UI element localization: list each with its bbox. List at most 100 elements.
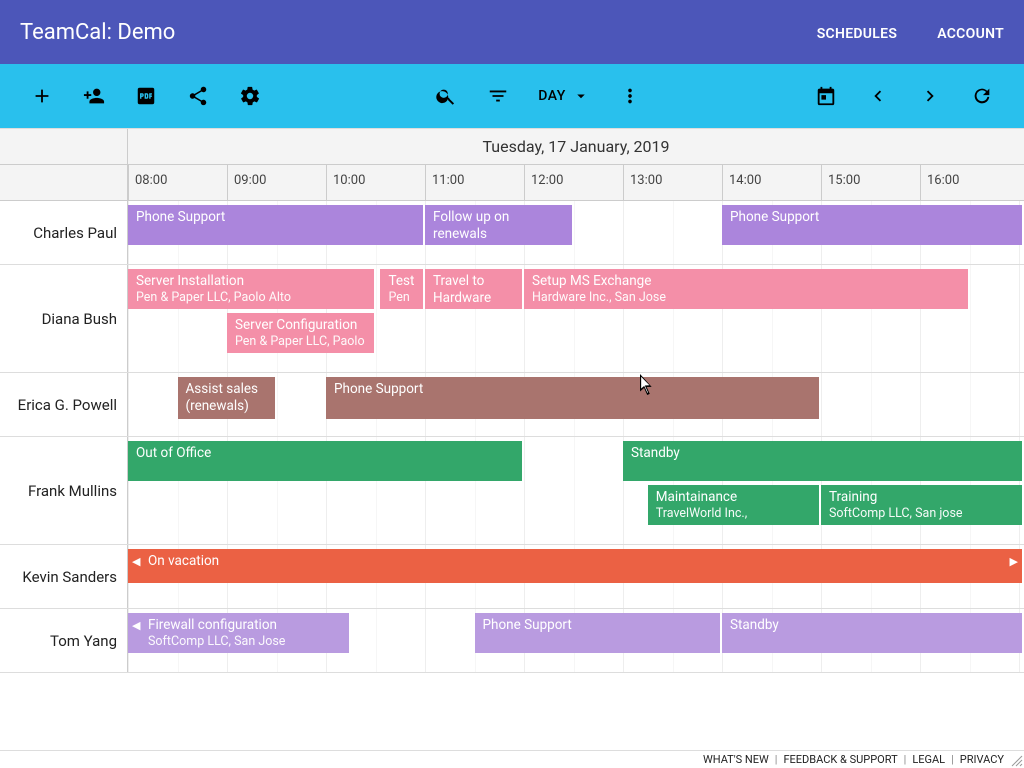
gear-icon xyxy=(239,85,261,107)
event[interactable]: Phone Support xyxy=(722,205,1022,245)
event-subtitle: Hardware Inc., San Jose xyxy=(532,290,960,305)
nav-account[interactable]: ACCOUNT xyxy=(937,26,1004,42)
event[interactable]: Phone Support xyxy=(475,613,721,653)
event-title: Standby xyxy=(730,617,1014,634)
footer-feedback[interactable]: FEEDBACK & SUPPORT xyxy=(777,753,903,766)
time-slot: 14:00 xyxy=(722,165,821,201)
time-slot: 13:00 xyxy=(623,165,722,201)
time-slot: 08:00 xyxy=(128,165,227,201)
event[interactable]: TestPen xyxy=(380,269,423,309)
event-title: Server Configuration xyxy=(235,317,366,334)
view-mode-label: DAY xyxy=(538,88,566,104)
event[interactable]: Assist sales (renewals) xyxy=(178,377,275,419)
overflow-menu-button[interactable] xyxy=(606,72,654,120)
schedule-lane[interactable]: ◀On vacation▶ xyxy=(128,545,1024,608)
app-title: TeamCal: Demo xyxy=(20,20,175,45)
filter-icon xyxy=(487,85,509,107)
time-slot: 09:00 xyxy=(227,165,326,201)
event[interactable]: ◀Firewall configurationSoftComp LLC, San… xyxy=(128,613,349,653)
person-name[interactable]: Erica G. Powell xyxy=(0,373,128,436)
header-corner-2 xyxy=(0,165,128,201)
schedule-lane[interactable]: Server InstallationPen & Paper LLC, Paol… xyxy=(128,265,1024,372)
event-subtitle: TravelWorld Inc., xyxy=(656,506,811,521)
search-icon xyxy=(435,85,457,107)
time-slot: 15:00 xyxy=(821,165,920,201)
person-name[interactable]: Tom Yang xyxy=(0,609,128,672)
schedule-lane[interactable]: Assist sales (renewals) Phone Support xyxy=(128,373,1024,436)
schedule-lane[interactable]: Out of OfficeStandbyMaintainanceTravelWo… xyxy=(128,437,1024,544)
header-corner xyxy=(0,129,128,165)
continues-left-icon: ◀ xyxy=(132,555,140,568)
event-title: Maintainance xyxy=(656,489,811,506)
person-name[interactable]: Charles Paul xyxy=(0,201,128,264)
event-subtitle: SoftComp LLC, San Jose xyxy=(148,634,341,649)
event[interactable]: Server ConfigurationPen & Paper LLC, Pao… xyxy=(227,313,374,353)
event[interactable]: Setup MS ExchangeHardware Inc., San Jose xyxy=(524,269,968,309)
event[interactable]: Phone Support xyxy=(326,377,819,419)
continues-left-icon: ◀ xyxy=(132,619,140,632)
event[interactable]: Server InstallationPen & Paper LLC, Paol… xyxy=(128,269,374,309)
filter-button[interactable] xyxy=(474,72,522,120)
event-title: Phone Support xyxy=(334,381,811,398)
export-pdf-button[interactable] xyxy=(122,72,170,120)
event-title: Phone Support xyxy=(483,617,713,634)
event[interactable]: MaintainanceTravelWorld Inc., xyxy=(648,485,819,525)
calendar-today-icon xyxy=(815,85,837,107)
time-slot: 16:00 xyxy=(920,165,1019,201)
schedule-row: Tom Yang◀Firewall configurationSoftComp … xyxy=(0,609,1024,673)
top-nav: SCHEDULES ACCOUNT xyxy=(781,23,1004,42)
person-name[interactable]: Frank Mullins xyxy=(0,437,128,544)
event-title: Server Installation xyxy=(136,273,366,290)
event[interactable]: Follow up on renewals xyxy=(425,205,572,245)
time-slot: 10:00 xyxy=(326,165,425,201)
event[interactable]: Standby xyxy=(722,613,1022,653)
event[interactable]: Out of Office xyxy=(128,441,522,481)
event-subtitle: Pen & Paper LLC, Paolo xyxy=(235,334,366,349)
add-person-button[interactable] xyxy=(70,72,118,120)
refresh-icon xyxy=(971,85,993,107)
event[interactable]: Standby xyxy=(623,441,1022,481)
event-subtitle: Pen & Paper LLC, Paolo Alto xyxy=(136,290,366,305)
settings-button[interactable] xyxy=(226,72,274,120)
search-button[interactable] xyxy=(422,72,470,120)
schedule-grid: Tuesday, 17 January, 2019 08:0009:0010:0… xyxy=(0,128,1024,750)
person-name[interactable]: Diana Bush xyxy=(0,265,128,372)
event[interactable]: ◀On vacation▶ xyxy=(128,549,1022,583)
share-button[interactable] xyxy=(174,72,222,120)
share-icon xyxy=(187,85,209,107)
next-button[interactable] xyxy=(906,72,954,120)
footer-privacy[interactable]: PRIVACY xyxy=(954,753,1010,766)
toolbar: DAY xyxy=(0,64,1024,128)
pdf-icon xyxy=(135,85,157,107)
event[interactable]: TrainingSoftComp LLC, San jose xyxy=(821,485,1022,525)
schedule-row: Erica G. Powell Assist sales (renewals) Ph… xyxy=(0,373,1024,437)
today-button[interactable] xyxy=(802,72,850,120)
event[interactable]: Travel to Hardware xyxy=(425,269,522,309)
refresh-button[interactable] xyxy=(958,72,1006,120)
footer-whats-new[interactable]: WHAT'S NEW xyxy=(697,753,775,766)
time-header: 08:0009:0010:0011:0012:0013:0014:0015:00… xyxy=(128,165,1024,201)
event-title: Travel to Hardware xyxy=(433,273,514,307)
prev-button[interactable] xyxy=(854,72,902,120)
continues-right-icon: ▶ xyxy=(1009,555,1017,568)
event[interactable]: Phone Support xyxy=(128,205,423,245)
schedule-lane[interactable]: Phone Support Follow up on renewals Phone … xyxy=(128,201,1024,264)
event-title: Phone Support xyxy=(136,209,415,226)
schedule-row: Diana BushServer InstallationPen & Paper… xyxy=(0,265,1024,373)
schedule-rows: Charles Paul Phone Support Follow up on re… xyxy=(0,201,1024,750)
chevron-left-icon xyxy=(867,85,889,107)
add-icon xyxy=(31,85,53,107)
nav-schedules[interactable]: SCHEDULES xyxy=(817,26,898,42)
schedule-row: Frank MullinsOut of OfficeStandbyMaintai… xyxy=(0,437,1024,545)
time-slot: 11:00 xyxy=(425,165,524,201)
person-name[interactable]: Kevin Sanders xyxy=(0,545,128,608)
event-title: Phone Support xyxy=(730,209,1014,226)
view-mode-button[interactable]: DAY xyxy=(526,87,602,105)
add-button[interactable] xyxy=(18,72,66,120)
event-title: Test xyxy=(388,273,415,290)
footer-legal[interactable]: LEGAL xyxy=(906,753,951,766)
event-subtitle: Pen xyxy=(388,290,415,305)
event-subtitle: SoftComp LLC, San jose xyxy=(829,506,1014,521)
date-header: Tuesday, 17 January, 2019 xyxy=(128,129,1024,165)
schedule-lane[interactable]: ◀Firewall configurationSoftComp LLC, San… xyxy=(128,609,1024,672)
